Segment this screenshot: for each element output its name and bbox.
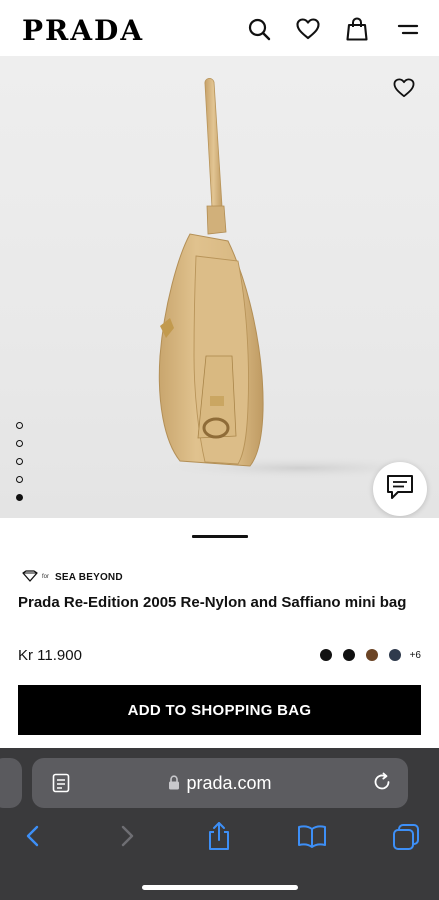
shopping-bag-icon[interactable] (344, 16, 370, 42)
color-swatches: +6 (319, 649, 421, 661)
gallery-dot[interactable] (16, 476, 23, 483)
color-swatch[interactable] (342, 649, 355, 661)
sea-beyond-badge: for SEA BEYOND (22, 570, 123, 584)
forward-icon[interactable] (116, 824, 138, 853)
gallery-dot[interactable] (16, 440, 23, 447)
back-icon[interactable] (22, 824, 44, 853)
home-indicator[interactable] (142, 885, 298, 890)
url-text: prada.com (186, 773, 272, 793)
site-header: PRADA (0, 0, 439, 56)
address-bar[interactable]: prada.com (32, 758, 408, 808)
product-price: Kr 11.900 (18, 647, 82, 664)
chat-icon (386, 474, 414, 505)
gallery-dot[interactable] (16, 458, 23, 465)
gallery-pagination (16, 422, 26, 512)
chat-button[interactable] (373, 462, 427, 516)
scroll-indicator (192, 535, 248, 538)
bookmarks-icon[interactable] (297, 824, 327, 853)
tabs-icon[interactable] (392, 823, 420, 856)
more-colors-count[interactable]: +6 (410, 650, 421, 661)
diamond-icon (22, 570, 38, 584)
product-title: Prada Re-Edition 2005 Re-Nylon and Saffi… (18, 594, 407, 611)
color-swatch[interactable] (319, 649, 332, 661)
add-to-shopping-bag-button[interactable]: ADD TO SHOPPING BAG (18, 685, 421, 735)
color-swatch[interactable] (388, 649, 401, 661)
url-display: prada.com (32, 773, 408, 795)
product-image-gallery[interactable] (0, 56, 439, 518)
reload-icon[interactable] (372, 772, 392, 797)
lock-icon (168, 774, 180, 795)
badge-for-text: for (42, 574, 50, 580)
share-icon[interactable] (206, 821, 232, 856)
browser-toolbar: prada.com (0, 748, 439, 900)
add-to-wishlist-heart-icon[interactable] (393, 78, 421, 106)
badge-brand-text: SEA BEYOND (55, 571, 123, 583)
heart-icon[interactable] (295, 16, 321, 42)
prada-logo[interactable]: PRADA (22, 14, 144, 47)
menu-icon[interactable] (395, 16, 421, 42)
gallery-dot-active[interactable] (16, 494, 23, 501)
search-icon[interactable] (246, 16, 272, 42)
gallery-dot[interactable] (16, 422, 23, 429)
product-image (150, 78, 439, 480)
color-swatch[interactable] (365, 649, 378, 661)
previous-tab-preview[interactable] (0, 758, 22, 808)
